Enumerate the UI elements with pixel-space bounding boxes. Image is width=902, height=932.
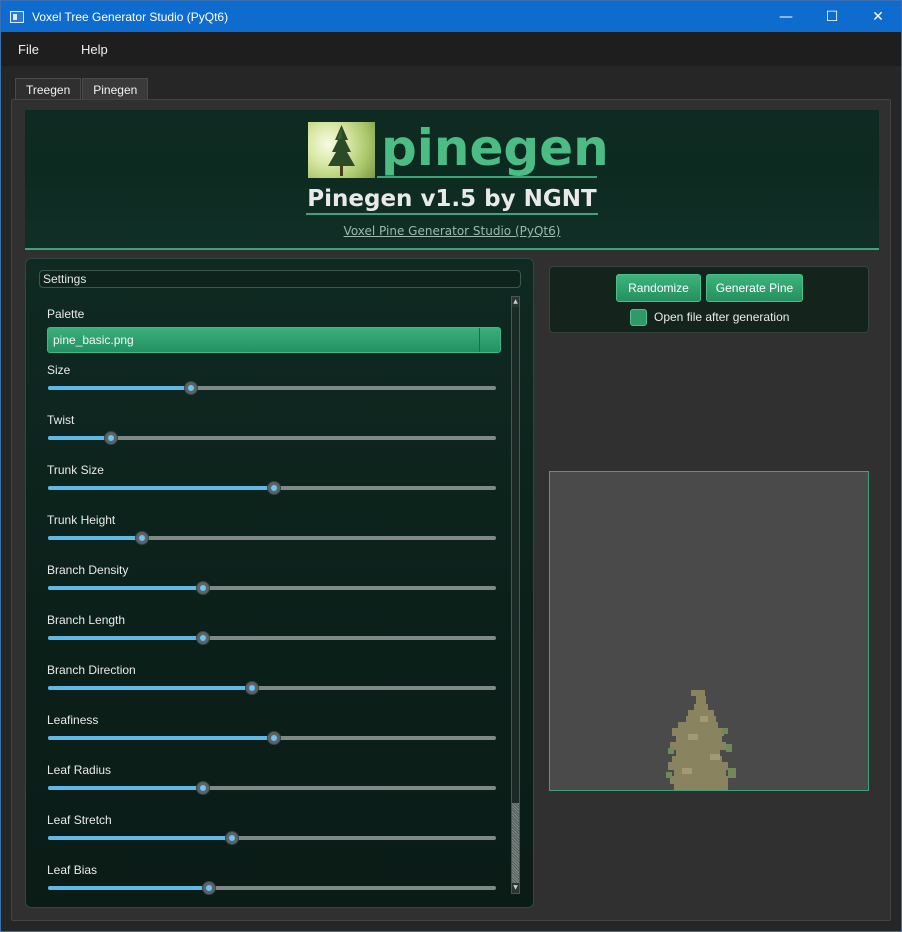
settings-header: Settings	[39, 270, 521, 288]
slider-fill	[48, 486, 274, 490]
slider-fill	[48, 636, 203, 640]
slider-label: Branch Density	[47, 563, 129, 577]
slider-label: Trunk Size	[47, 463, 104, 477]
banner-title: Pinegen v1.5 by NGNT	[25, 186, 879, 215]
voxel-pine-preview-image	[666, 690, 736, 790]
slider-fill	[48, 536, 142, 540]
slider-fill	[48, 786, 203, 790]
slider-label: Leaf Stretch	[47, 813, 112, 827]
slider-handle[interactable]	[267, 731, 281, 745]
slider[interactable]	[48, 731, 496, 745]
slider[interactable]	[48, 431, 496, 445]
palette-select[interactable]: pine_basic.png	[47, 327, 501, 353]
header-banner: pinegen Pinegen v1.5 by NGNT Voxel Pine …	[25, 110, 879, 250]
scrollbar-thumb[interactable]	[512, 803, 519, 883]
slider[interactable]	[48, 781, 496, 795]
banner-subtitle-link[interactable]: Voxel Pine Generator Studio (PyQt6)	[25, 224, 879, 238]
slider-handle[interactable]	[196, 781, 210, 795]
slider-handle[interactable]	[135, 531, 149, 545]
slider-label: Leaf Bias	[47, 863, 98, 877]
banner-title-text: Pinegen v1.5 by NGNT	[306, 186, 598, 215]
slider-handle[interactable]	[184, 381, 198, 395]
window-controls: — ☐ ✕	[763, 1, 901, 32]
close-button[interactable]: ✕	[855, 1, 901, 32]
open-after-label: Open file after generation	[654, 310, 790, 324]
slider-handle[interactable]	[245, 681, 259, 695]
slider-fill	[48, 586, 203, 590]
tab-treegen[interactable]: Treegen	[15, 78, 82, 100]
scroll-up-icon[interactable]: ▲	[512, 297, 519, 307]
window-title: Voxel Tree Generator Studio (PyQt6)	[32, 9, 229, 24]
slider[interactable]	[48, 481, 496, 495]
tab-pinegen[interactable]: Pinegen	[82, 78, 149, 100]
slider-label: Twist	[47, 413, 75, 427]
pinegen-pane: pinegen Pinegen v1.5 by NGNT Voxel Pine …	[11, 99, 891, 921]
menu-bar: File Help	[1, 32, 901, 66]
slider-label: Size	[47, 363, 71, 377]
slider[interactable]	[48, 681, 496, 695]
slider[interactable]	[48, 831, 496, 845]
app-icon	[10, 10, 24, 23]
slider-fill	[48, 886, 209, 890]
slider-fill	[48, 686, 252, 690]
slider-fill	[48, 836, 232, 840]
slider-label: Leaf Radius	[47, 763, 112, 777]
menu-file[interactable]: File	[1, 42, 56, 57]
title-bar: Voxel Tree Generator Studio (PyQt6) — ☐ …	[1, 1, 901, 32]
palette-label: Palette	[47, 307, 85, 321]
slider-label: Leafiness	[47, 713, 99, 727]
slider[interactable]	[48, 881, 496, 895]
slider-fill	[48, 436, 111, 440]
slider-handle[interactable]	[196, 581, 210, 595]
open-after-checkbox[interactable]	[630, 309, 647, 326]
slider[interactable]	[48, 381, 496, 395]
slider[interactable]	[48, 631, 496, 645]
slider-handle[interactable]	[225, 831, 239, 845]
menu-help[interactable]: Help	[64, 42, 125, 57]
tree-preview	[549, 471, 869, 791]
minimize-button[interactable]: —	[763, 1, 809, 32]
logo-underline	[377, 176, 597, 178]
slider-handle[interactable]	[104, 431, 118, 445]
randomize-button[interactable]: Randomize	[616, 274, 701, 302]
slider-label: Branch Direction	[47, 663, 136, 677]
slider-fill	[48, 736, 274, 740]
slider-handle[interactable]	[202, 881, 216, 895]
slider-label: Branch Length	[47, 613, 126, 627]
pine-tree-icon	[328, 125, 355, 176]
slider-label: Trunk Height	[47, 513, 116, 527]
slider[interactable]	[48, 581, 496, 595]
slider-fill	[48, 386, 191, 390]
slider[interactable]	[48, 531, 496, 545]
slider-handle[interactable]	[196, 631, 210, 645]
settings-panel: Settings Palette pine_basic.png Size Twis…	[25, 258, 534, 908]
generate-pine-button[interactable]: Generate Pine	[706, 274, 803, 302]
tab-bar: Treegen Pinegen	[15, 78, 149, 100]
maximize-button[interactable]: ☐	[809, 1, 855, 32]
slider-handle[interactable]	[267, 481, 281, 495]
logo-wordmark: pinegen	[381, 119, 609, 177]
scroll-down-icon[interactable]: ▼	[512, 883, 519, 893]
settings-scrollbar[interactable]: ▲ ▼	[511, 296, 520, 894]
actions-panel: Randomize Generate Pine Open file after …	[549, 266, 869, 333]
settings-scroll-area[interactable]: Palette pine_basic.png Size Twist Trunk Si…	[26, 295, 533, 907]
app-window: Voxel Tree Generator Studio (PyQt6) — ☐ …	[0, 0, 902, 932]
pine-logo-image	[308, 122, 375, 178]
